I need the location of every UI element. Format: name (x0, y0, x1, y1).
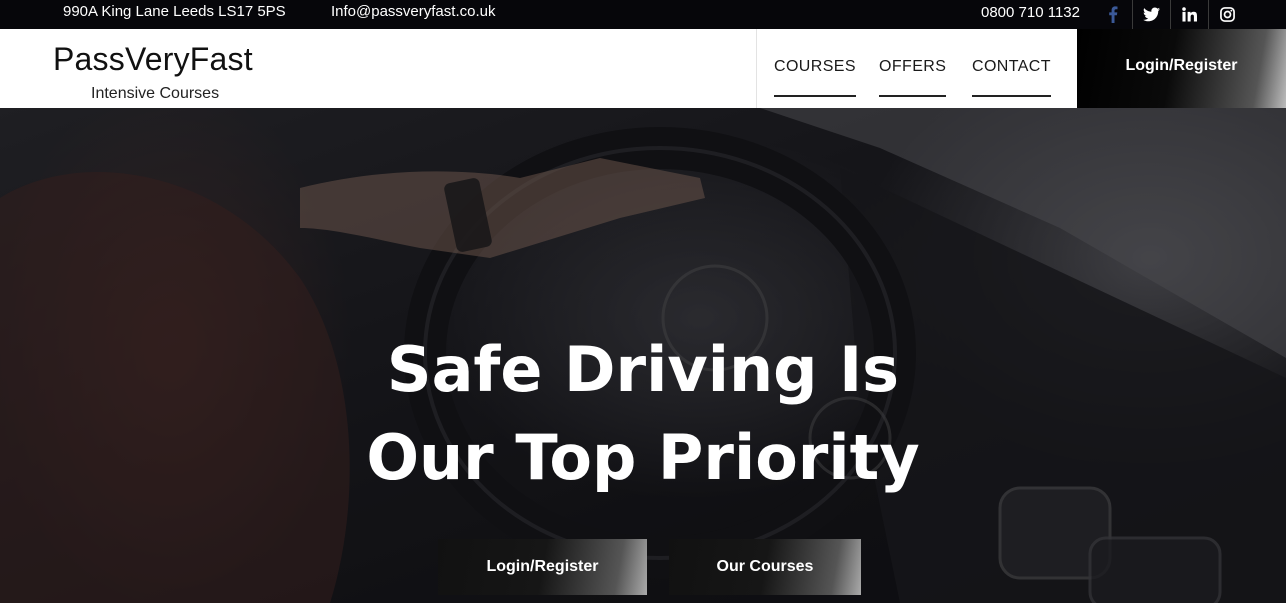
hero-heading: Safe Driving Is Our Top Priority (0, 326, 1286, 502)
twitter-icon[interactable] (1132, 0, 1170, 29)
facebook-icon[interactable] (1094, 0, 1132, 29)
address-text: 990A King Lane Leeds LS17 5PS (63, 3, 286, 20)
site-logo-title[interactable]: PassVeryFast (53, 41, 253, 78)
nav-item-courses[interactable]: COURSES (774, 58, 856, 97)
hero-section: Safe Driving Is Our Top Priority Login/R… (0, 108, 1286, 603)
email-link[interactable]: Info@passveryfast.co.uk (331, 3, 495, 20)
hero-our-courses-button[interactable]: Our Courses (669, 539, 861, 595)
nav-divider (756, 29, 757, 108)
header-login-register-button[interactable]: Login/Register (1077, 29, 1286, 108)
hero-login-register-button[interactable]: Login/Register (438, 539, 647, 595)
phone-number[interactable]: 0800 710 1132 (981, 4, 1080, 21)
nav-item-offers[interactable]: OFFERS (879, 58, 947, 97)
nav-item-contact[interactable]: CONTACT (972, 58, 1051, 97)
site-header: PassVeryFast Intensive Courses COURSES O… (0, 29, 1286, 108)
hero-heading-line-1: Safe Driving Is (386, 333, 900, 406)
top-bar: 990A King Lane Leeds LS17 5PS Info@passv… (0, 0, 1286, 29)
instagram-icon[interactable] (1208, 0, 1246, 29)
linkedin-icon[interactable] (1170, 0, 1208, 29)
hero-heading-line-2: Our Top Priority (366, 421, 920, 494)
site-logo-subtitle: Intensive Courses (91, 85, 220, 102)
